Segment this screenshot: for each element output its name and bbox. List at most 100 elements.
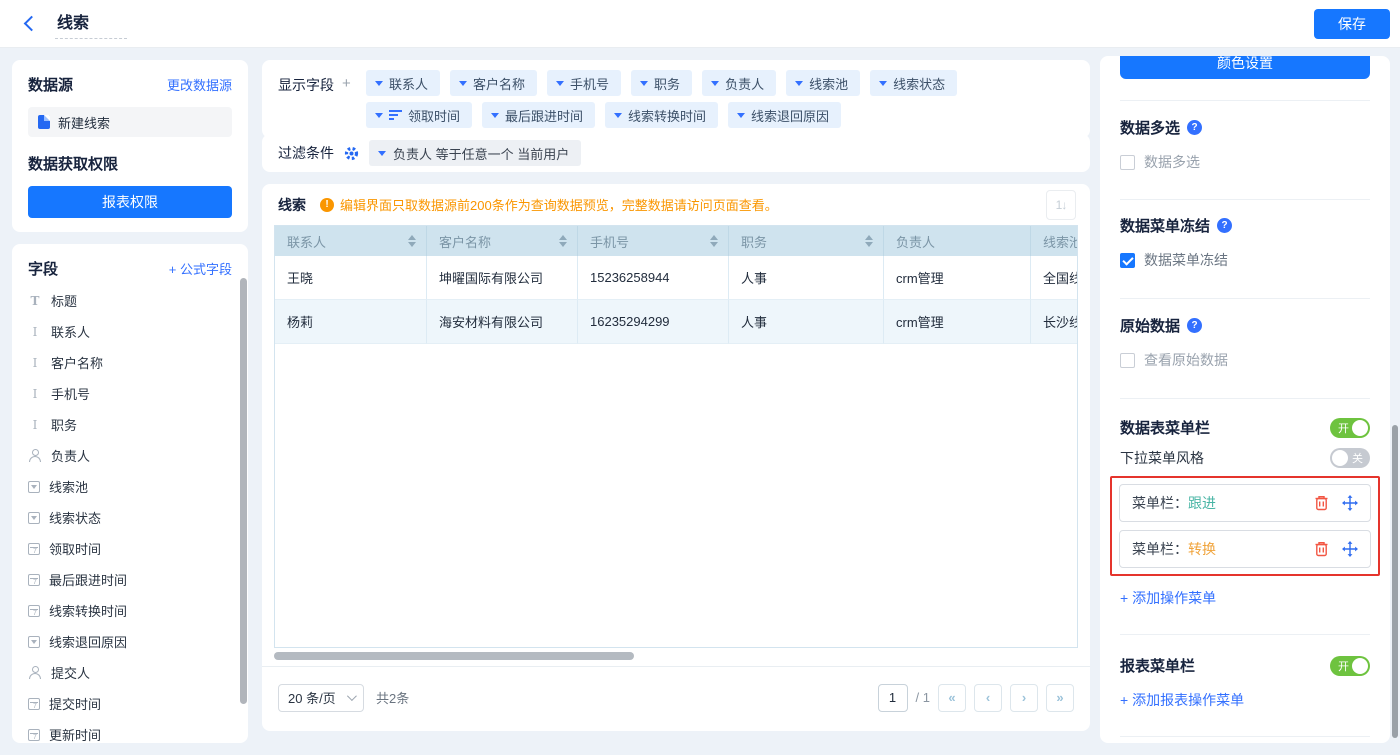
field-chip[interactable]: 联系人 — [366, 70, 440, 96]
field-chip[interactable]: 线索转换时间 — [605, 102, 718, 128]
field-item[interactable]: 线索池 — [28, 471, 232, 502]
chevron-down-icon — [614, 113, 622, 118]
field-item[interactable]: 提交时间 — [28, 688, 232, 719]
sort-order-icon[interactable]: 1↓ — [1046, 190, 1076, 220]
raw-data-title: 原始数据 — [1120, 315, 1180, 336]
field-chip[interactable]: 线索退回原因 — [728, 102, 841, 128]
filter-condition-chip[interactable]: 负责人 等于任意一个 当前用户 — [369, 140, 581, 166]
dropdown-style-toggle[interactable]: 关 — [1330, 448, 1370, 468]
multi-select-checkbox[interactable]: 数据多选 — [1120, 152, 1370, 172]
checkbox-icon — [1120, 353, 1135, 368]
report-menu-toggle[interactable]: 开 — [1330, 656, 1370, 676]
action-menu-item[interactable]: 菜单栏： 跟进 — [1119, 484, 1371, 522]
display-field-chips: 联系人 客户名称 手机号 职务 负责人 线索池 线索状态 领取时间 最后跟进时间… — [366, 67, 1074, 131]
page-title[interactable]: 线索 — [55, 9, 127, 39]
notice: ! 编辑界面只取数据源前200条作为查询数据预览，完整数据请访问页面查看。 — [320, 195, 778, 214]
prev-page-button[interactable]: ‹ — [974, 684, 1002, 712]
field-chip[interactable]: 领取时间 — [366, 102, 472, 128]
field-item[interactable]: 标题 — [28, 285, 232, 316]
add-display-field-button[interactable]: + — [342, 75, 351, 131]
menu-freeze-checkbox[interactable]: 数据菜单冻结 — [1120, 250, 1370, 270]
field-chip[interactable]: 客户名称 — [450, 70, 537, 96]
field-item[interactable]: 联系人 — [28, 316, 232, 347]
chevron-down-icon — [378, 151, 386, 156]
field-item[interactable]: 线索退回原因 — [28, 626, 232, 657]
field-item[interactable]: 更新时间 — [28, 719, 232, 743]
save-button[interactable]: 保存 — [1314, 9, 1390, 39]
help-icon[interactable]: ? — [1187, 318, 1202, 333]
sort-asc-icon — [389, 110, 402, 120]
field-item[interactable]: 线索转换时间 — [28, 595, 232, 626]
settings-panel: 颜色设置 数据多选 ? 数据多选 数据菜单冻结 ? 数据菜单冻结 原始数据 ? … — [1100, 56, 1390, 743]
column-header: 手机号 — [578, 226, 729, 256]
move-icon[interactable] — [1342, 495, 1358, 511]
top-bar: 线索 保存 — [0, 0, 1400, 48]
help-icon[interactable]: ? — [1217, 218, 1232, 233]
raw-data-checkbox[interactable]: 查看原始数据 — [1120, 350, 1370, 370]
field-item[interactable]: 最后跟进时间 — [28, 564, 232, 595]
text-icon — [28, 418, 42, 432]
data-preview-panel: 线索 ! 编辑界面只取数据源前200条作为查询数据预览，完整数据请访问页面查看。… — [262, 184, 1090, 731]
title-icon — [28, 294, 42, 308]
next-page-button[interactable]: › — [1010, 684, 1038, 712]
pagination-bar: 20 条/页 共2条 1 / 1 « ‹ › » — [262, 666, 1090, 728]
fields-list: 标题 联系人 客户名称 手机号 职务 负责人 线索池 线索状态 领取时间 最后跟… — [28, 285, 232, 743]
first-page-button[interactable]: « — [938, 684, 966, 712]
report-permission-button[interactable]: 报表权限 — [28, 186, 232, 218]
add-action-menu-link[interactable]: + 添加操作菜单 — [1120, 588, 1370, 608]
access-title: 数据获取权限 — [28, 153, 232, 174]
help-icon[interactable]: ? — [1187, 120, 1202, 135]
fields-scrollbar[interactable] — [240, 278, 247, 704]
field-item[interactable]: 提交人 — [28, 657, 232, 688]
page-number-input[interactable]: 1 — [878, 684, 908, 712]
total-count: 共2条 — [376, 688, 409, 707]
column-header: 线索池 — [1031, 226, 1078, 256]
document-icon — [38, 115, 50, 129]
change-datasource-link[interactable]: 更改数据源 — [167, 75, 232, 94]
datasource-item[interactable]: 新建线索 — [28, 107, 232, 137]
field-item[interactable]: 领取时间 — [28, 533, 232, 564]
field-chip[interactable]: 线索池 — [786, 70, 860, 96]
menu-freeze-title: 数据菜单冻结 — [1120, 215, 1210, 236]
add-formula-field-link[interactable]: + 公式字段 — [169, 259, 232, 278]
datasource-title: 数据源 — [28, 74, 73, 95]
settings-scrollbar[interactable] — [1392, 425, 1398, 738]
color-settings-button[interactable]: 颜色设置 — [1120, 56, 1370, 79]
sort-icons[interactable] — [865, 235, 873, 247]
column-header: 联系人 — [275, 226, 427, 256]
table-menu-toggle[interactable]: 开 — [1330, 418, 1370, 438]
filter-condition-text: 负责人 等于任意一个 当前用户 — [393, 144, 569, 163]
sort-icons[interactable] — [559, 235, 567, 247]
move-icon[interactable] — [1342, 541, 1358, 557]
column-header: 负责人 — [884, 226, 1031, 256]
field-chip[interactable]: 线索状态 — [870, 70, 957, 96]
sort-icons[interactable] — [710, 235, 718, 247]
field-item[interactable]: 职务 — [28, 409, 232, 440]
field-item[interactable]: 线索状态 — [28, 502, 232, 533]
add-report-menu-link[interactable]: + 添加报表操作菜单 — [1120, 690, 1370, 710]
text-icon — [28, 325, 42, 339]
calendar-icon — [28, 729, 40, 741]
field-item[interactable]: 客户名称 — [28, 347, 232, 378]
field-chip[interactable]: 职务 — [631, 70, 692, 96]
trash-icon[interactable] — [1314, 541, 1329, 557]
gear-icon[interactable] — [344, 146, 359, 161]
multi-select-title: 数据多选 — [1120, 117, 1180, 138]
page-total: / 1 — [916, 690, 930, 705]
field-chip[interactable]: 手机号 — [547, 70, 621, 96]
horizontal-scrollbar[interactable] — [274, 652, 634, 660]
filter-label: 过滤条件 — [278, 143, 334, 163]
sort-icons[interactable] — [408, 235, 416, 247]
person-icon — [28, 666, 42, 680]
field-item[interactable]: 负责人 — [28, 440, 232, 471]
action-menu-item[interactable]: 菜单栏： 转换 — [1119, 530, 1371, 568]
page-size-select[interactable]: 20 条/页 — [278, 684, 364, 712]
back-icon[interactable] — [24, 16, 40, 32]
table-title: 线索 — [278, 195, 306, 215]
last-page-button[interactable]: » — [1046, 684, 1074, 712]
field-item[interactable]: 手机号 — [28, 378, 232, 409]
field-chip[interactable]: 负责人 — [702, 70, 776, 96]
table-row: 杨莉 海安材料有限公司 16235294299 人事 crm管理 长沙线索 — [275, 300, 1078, 344]
field-chip[interactable]: 最后跟进时间 — [482, 102, 595, 128]
trash-icon[interactable] — [1314, 495, 1329, 511]
